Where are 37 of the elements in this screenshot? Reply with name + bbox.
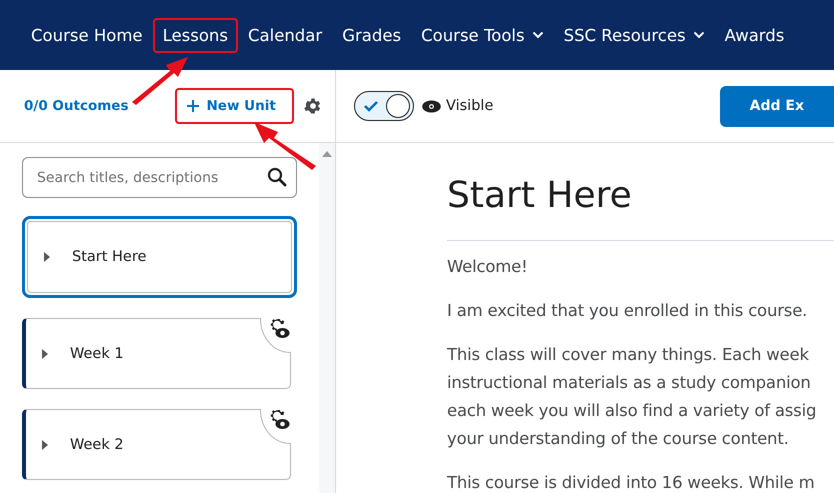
paragraph: I am excited that you enrolled in this course. [447, 300, 808, 322]
page-title: Start Here [447, 175, 633, 216]
unit-title: Week 2 [70, 436, 124, 452]
chevron-down-icon [692, 31, 705, 39]
nav-link[interactable]: Course Tools [411, 18, 554, 52]
search-icon[interactable] [267, 167, 287, 187]
add-button[interactable]: Add Ex [720, 86, 834, 126]
visibility-label: Visible [446, 98, 494, 114]
check-icon [364, 100, 378, 112]
nav-link[interactable]: Lessons [152, 18, 238, 52]
paragraph: This course is divided into 16 weeks. While m [447, 472, 816, 493]
unit-card[interactable]: Week 2 [22, 409, 291, 480]
nav-link[interactable]: Grades [332, 18, 412, 52]
unit-title: Week 1 [70, 346, 124, 362]
eye-icon [422, 100, 441, 112]
caret-icon[interactable] [42, 348, 48, 358]
nav-link[interactable]: SSC Resources [554, 18, 715, 52]
scrollbar[interactable] [319, 143, 335, 493]
unit-title: Start Here [72, 249, 146, 265]
new-unit-button[interactable]: New Unit [174, 88, 294, 124]
unit-card[interactable]: Week 1 [22, 318, 291, 389]
search-field[interactable]: Search titles, descriptions [22, 157, 297, 198]
annotation-arrow [130, 55, 190, 105]
unit-card[interactable]: Start Here [22, 216, 297, 298]
nav-link[interactable]: Awards [714, 18, 794, 52]
outcomes-link[interactable]: 0/0 Outcomes [24, 98, 128, 114]
plus-icon [186, 100, 198, 112]
scroll-up-icon[interactable] [322, 151, 332, 157]
visibility-toggle[interactable] [354, 91, 414, 121]
paragraph: Welcome! [447, 256, 528, 278]
caret-icon[interactable] [42, 440, 48, 450]
settings-icon[interactable] [302, 96, 323, 116]
chevron-down-icon [532, 31, 544, 39]
caret-icon[interactable] [44, 252, 50, 262]
nav-link[interactable]: Course Home [21, 18, 153, 52]
paragraph: This class will cover many things. Each week instructional materials as a study companion each week you will also find a variety of assig your understanding of the course content. [447, 344, 818, 450]
nav-link[interactable]: Calendar [238, 18, 332, 52]
